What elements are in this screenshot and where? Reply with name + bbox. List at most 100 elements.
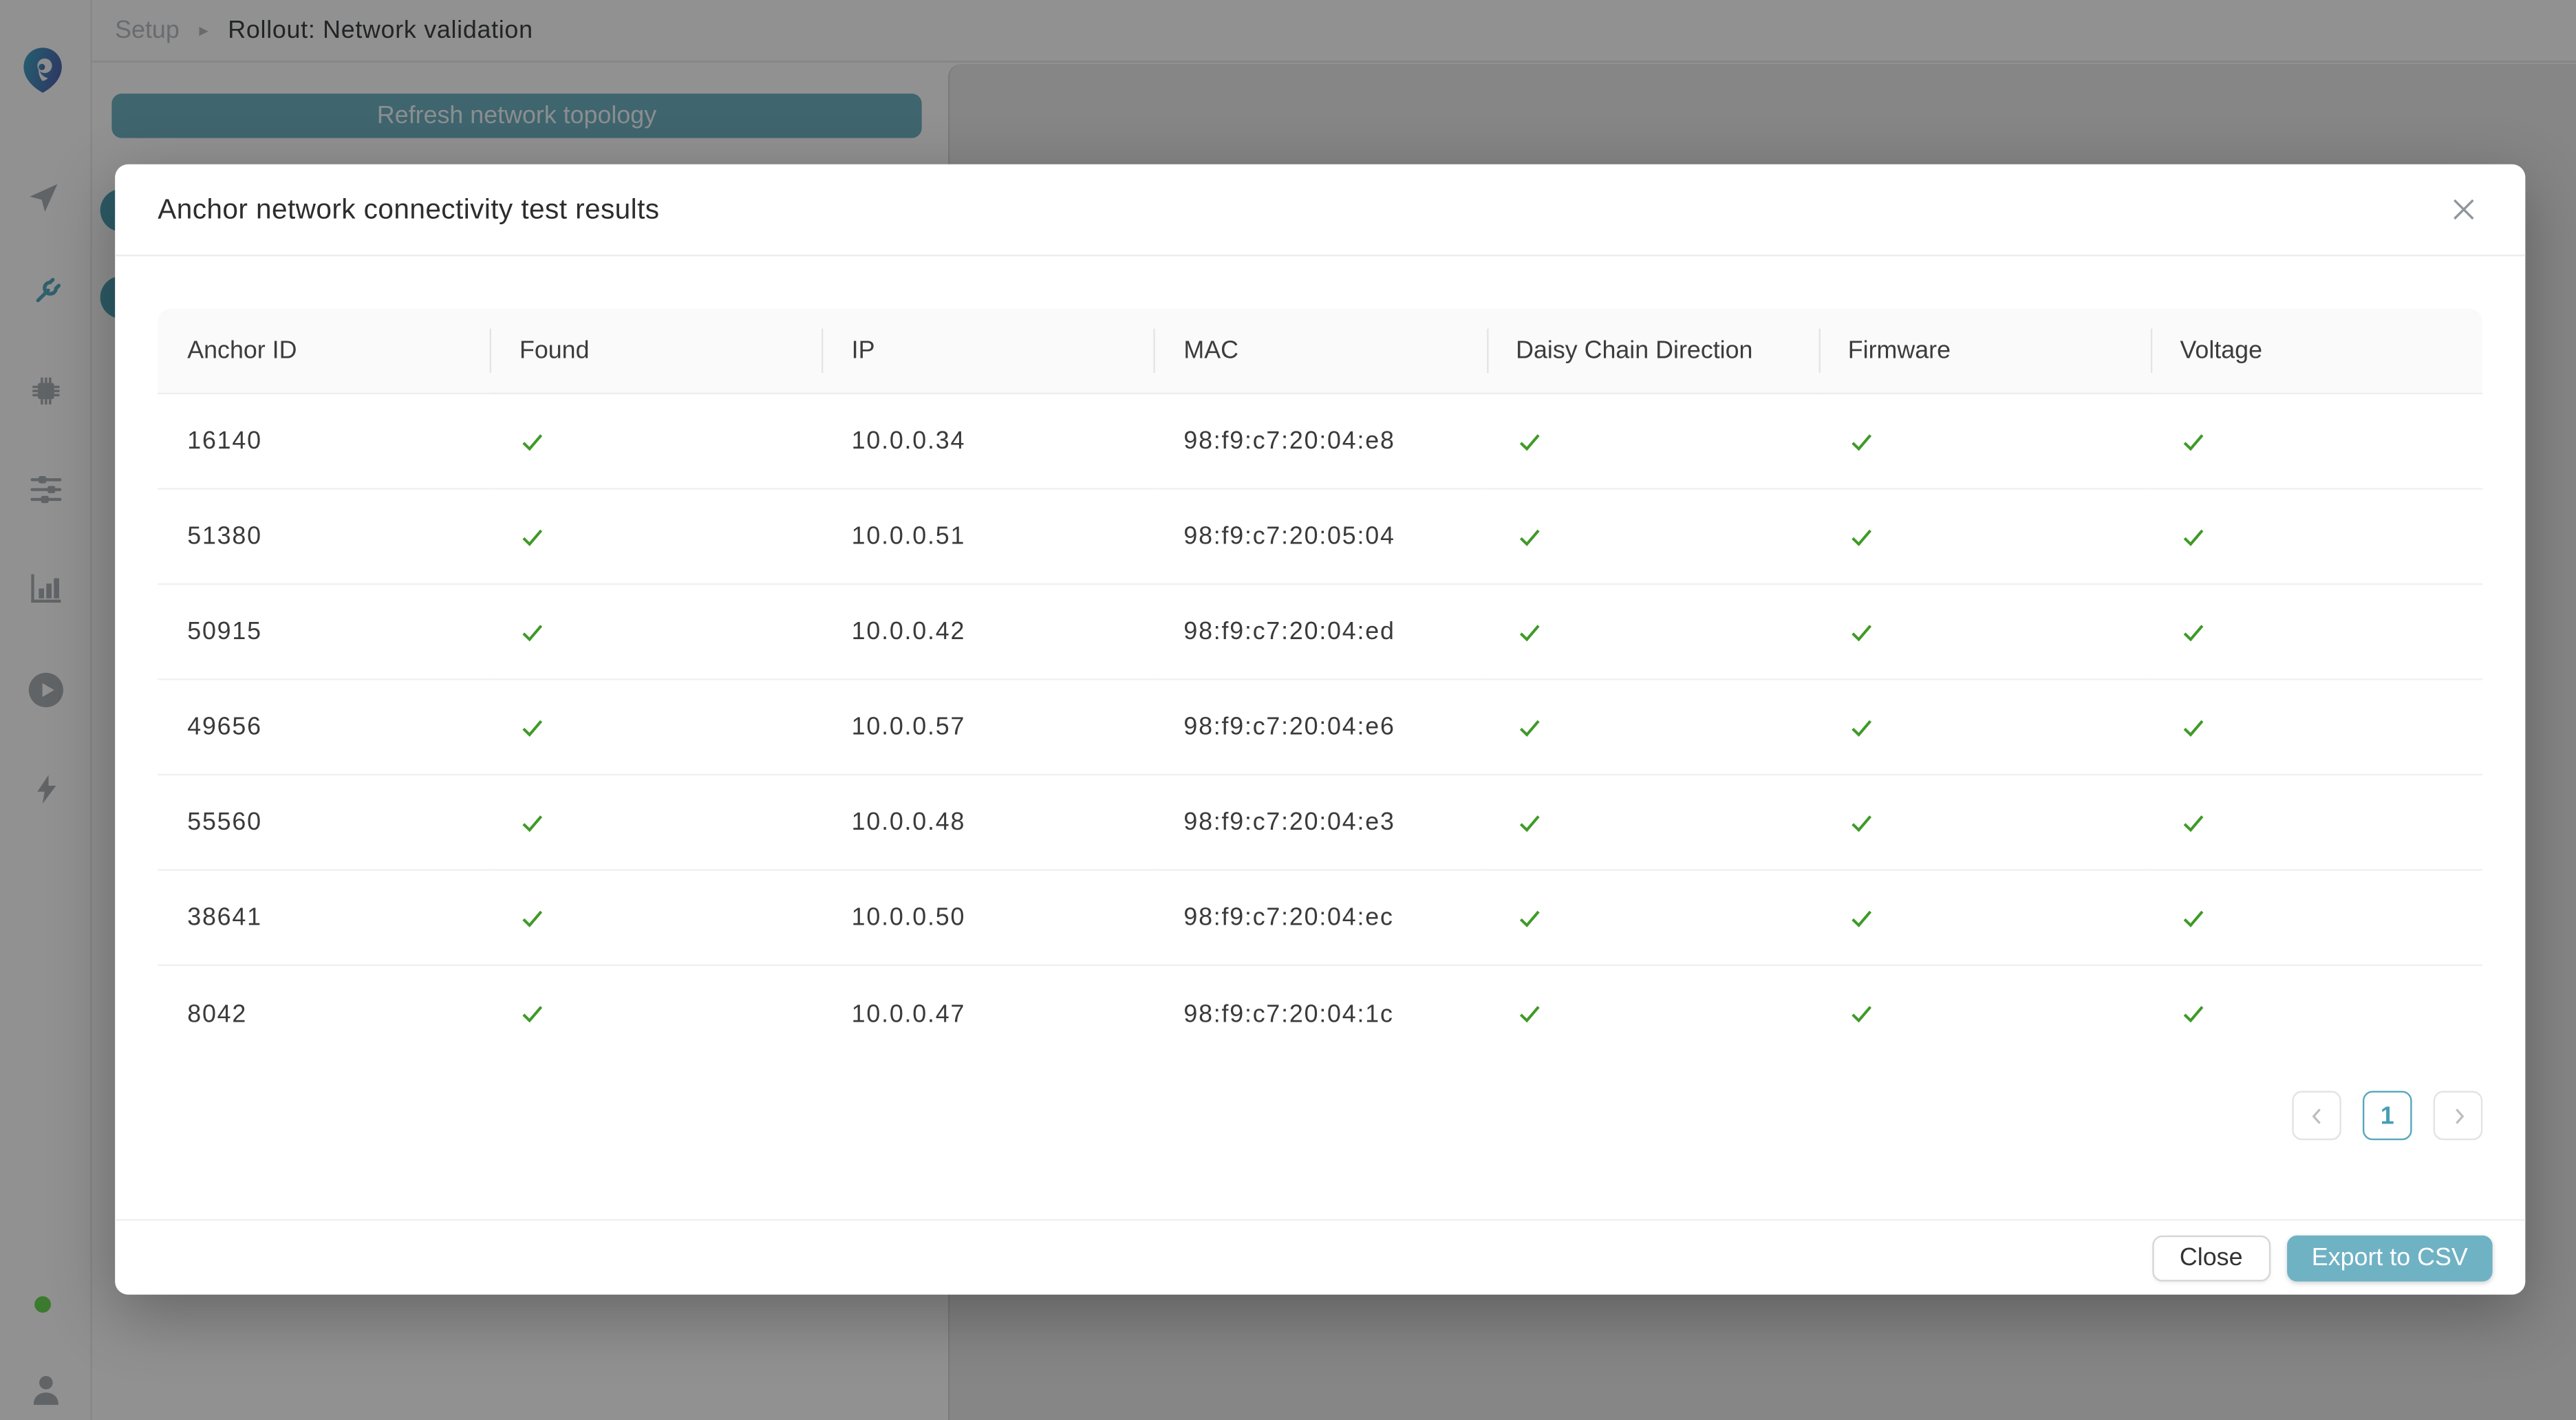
- check-icon: [2180, 524, 2207, 550]
- column-header-mac: MAC: [1154, 309, 1486, 394]
- cell-ip: 10.0.0.48: [822, 775, 1155, 871]
- check-icon: [1848, 428, 1874, 454]
- cell-found: [490, 585, 822, 680]
- check-icon: [1848, 809, 1874, 835]
- check-icon: [2180, 428, 2207, 454]
- cell-daisy-chain: [1486, 585, 1818, 680]
- table-header-row: Anchor ID Found IP MAC Daisy Chain Direc…: [158, 309, 2482, 394]
- cell-mac: 98:f9:c7:20:04:e8: [1154, 394, 1486, 490]
- table-row: 50915 10.0.0.42 98:f9:c7:20:04:ed: [158, 585, 2482, 680]
- pagination-prev-button[interactable]: [2292, 1091, 2341, 1141]
- pagination-next-button[interactable]: [2434, 1091, 2483, 1141]
- check-icon: [519, 524, 546, 550]
- cell-anchor-id: 50915: [158, 585, 490, 680]
- table-row: 8042 10.0.0.47 98:f9:c7:20:04:1c: [158, 966, 2482, 1062]
- cell-mac: 98:f9:c7:20:04:1c: [1154, 966, 1486, 1062]
- check-icon: [1848, 1000, 1874, 1026]
- check-icon: [2180, 809, 2207, 835]
- cell-daisy-chain: [1486, 871, 1818, 967]
- close-button[interactable]: Close: [2151, 1235, 2271, 1281]
- cell-mac: 98:f9:c7:20:04:e6: [1154, 680, 1486, 776]
- check-icon: [519, 905, 546, 931]
- cell-firmware: [1818, 966, 2151, 1062]
- cell-found: [490, 680, 822, 776]
- export-to-csv-button[interactable]: Export to CSV: [2287, 1235, 2493, 1281]
- pagination: 1: [158, 1091, 2482, 1141]
- cell-ip: 10.0.0.47: [822, 966, 1155, 1062]
- column-header-firmware: Firmware: [1818, 309, 2151, 394]
- cell-ip: 10.0.0.50: [822, 871, 1155, 967]
- check-icon: [1848, 714, 1874, 740]
- results-table-body: 16140 10.0.0.34 98:f9:c7:20:04:e8 51380: [158, 394, 2482, 1062]
- pagination-page-1[interactable]: 1: [2363, 1091, 2412, 1141]
- modal-header: Anchor network connectivity test results: [115, 164, 2525, 257]
- cell-firmware: [1818, 871, 2151, 967]
- check-icon: [2180, 714, 2207, 740]
- check-icon: [1516, 428, 1542, 454]
- cell-firmware: [1818, 775, 2151, 871]
- table-row: 49656 10.0.0.57 98:f9:c7:20:04:e6: [158, 680, 2482, 776]
- cell-ip: 10.0.0.51: [822, 490, 1155, 585]
- cell-mac: 98:f9:c7:20:04:ed: [1154, 585, 1486, 680]
- cell-found: [490, 775, 822, 871]
- check-icon: [2180, 1000, 2207, 1026]
- modal-body: Anchor ID Found IP MAC Daisy Chain Direc…: [115, 257, 2525, 1141]
- app-viewport: Setup ▸ Rollout: Network validation Refr…: [0, 0, 2576, 1420]
- cell-mac: 98:f9:c7:20:05:04: [1154, 490, 1486, 585]
- check-icon: [519, 618, 546, 645]
- cell-voltage: [2151, 680, 2483, 776]
- cell-ip: 10.0.0.34: [822, 394, 1155, 490]
- cell-found: [490, 394, 822, 490]
- cell-firmware: [1818, 585, 2151, 680]
- cell-voltage: [2151, 966, 2483, 1062]
- column-header-voltage: Voltage: [2151, 309, 2483, 394]
- cell-ip: 10.0.0.57: [822, 680, 1155, 776]
- cell-voltage: [2151, 394, 2483, 490]
- check-icon: [1516, 905, 1542, 931]
- check-icon: [519, 809, 546, 835]
- check-icon: [1848, 905, 1874, 931]
- chevron-left-icon: [2304, 1104, 2329, 1128]
- table-row: 16140 10.0.0.34 98:f9:c7:20:04:e8: [158, 394, 2482, 490]
- results-table: Anchor ID Found IP MAC Daisy Chain Direc…: [158, 309, 2482, 1062]
- anchor-test-results-modal: Anchor network connectivity test results…: [115, 164, 2525, 1295]
- table-row: 51380 10.0.0.51 98:f9:c7:20:05:04: [158, 490, 2482, 585]
- check-icon: [2180, 618, 2207, 645]
- close-icon[interactable]: [2443, 190, 2482, 229]
- modal-footer: Close Export to CSV: [115, 1219, 2525, 1295]
- cell-voltage: [2151, 585, 2483, 680]
- cell-anchor-id: 8042: [158, 966, 490, 1062]
- check-icon: [1848, 524, 1874, 550]
- check-icon: [1516, 524, 1542, 550]
- cell-firmware: [1818, 680, 2151, 776]
- column-header-found: Found: [490, 309, 822, 394]
- table-row: 55560 10.0.0.48 98:f9:c7:20:04:e3: [158, 775, 2482, 871]
- table-row: 38641 10.0.0.50 98:f9:c7:20:04:ec: [158, 871, 2482, 967]
- cell-voltage: [2151, 775, 2483, 871]
- check-icon: [519, 1000, 546, 1026]
- chevron-right-icon: [2446, 1104, 2471, 1128]
- cell-found: [490, 966, 822, 1062]
- cell-daisy-chain: [1486, 490, 1818, 585]
- check-icon: [1516, 714, 1542, 740]
- cell-anchor-id: 38641: [158, 871, 490, 967]
- cell-ip: 10.0.0.42: [822, 585, 1155, 680]
- cell-anchor-id: 51380: [158, 490, 490, 585]
- cell-voltage: [2151, 871, 2483, 967]
- cell-anchor-id: 16140: [158, 394, 490, 490]
- column-header-ip: IP: [822, 309, 1155, 394]
- cell-mac: 98:f9:c7:20:04:e3: [1154, 775, 1486, 871]
- cell-daisy-chain: [1486, 394, 1818, 490]
- cell-found: [490, 490, 822, 585]
- check-icon: [519, 428, 546, 454]
- cell-anchor-id: 55560: [158, 775, 490, 871]
- check-icon: [519, 714, 546, 740]
- cell-firmware: [1818, 490, 2151, 585]
- cell-daisy-chain: [1486, 680, 1818, 776]
- check-icon: [1516, 1000, 1542, 1026]
- column-header-anchor-id: Anchor ID: [158, 309, 490, 394]
- cell-voltage: [2151, 490, 2483, 585]
- check-icon: [1516, 618, 1542, 645]
- cell-mac: 98:f9:c7:20:04:ec: [1154, 871, 1486, 967]
- check-icon: [1516, 809, 1542, 835]
